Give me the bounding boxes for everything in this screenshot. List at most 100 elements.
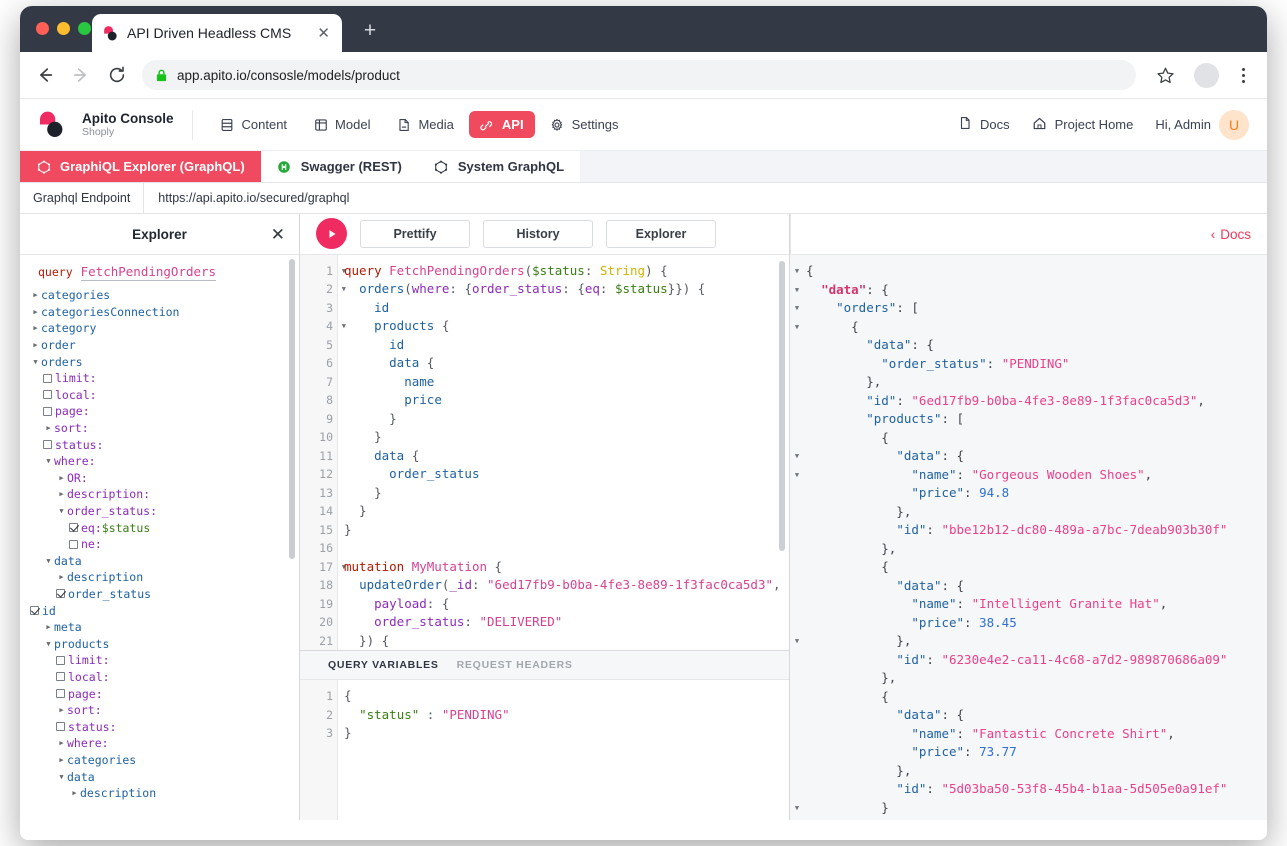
project-home-link[interactable]: Project Home (1032, 116, 1133, 134)
explorer-node-checkbox[interactable] (30, 606, 39, 616)
chevron-right-icon[interactable]: ▶ (30, 341, 41, 349)
chevron-right-icon[interactable]: ▶ (56, 474, 67, 482)
result-fold-toggle[interactable] (790, 780, 804, 799)
explorer-node[interactable]: local: (20, 387, 299, 404)
variables-code[interactable]: { "status" : "PENDING"} (338, 680, 789, 820)
explorer-node[interactable]: ▶ description (20, 569, 299, 586)
explorer-node[interactable]: ▼ data (20, 768, 299, 785)
avatar[interactable]: U (1219, 109, 1249, 140)
explorer-node[interactable]: ▼ orders (20, 353, 299, 370)
result-fold-toggle[interactable] (790, 484, 804, 503)
profile-avatar-icon[interactable] (1194, 62, 1219, 88)
explorer-node-checkbox[interactable] (56, 672, 65, 682)
result-fold-toggle[interactable]: ▼ (790, 318, 804, 337)
explorer-node-checkbox[interactable] (56, 655, 65, 665)
explorer-node-checkbox[interactable] (69, 523, 78, 533)
tab-system-graphql[interactable]: System GraphQL (417, 151, 581, 182)
explorer-node-checkbox[interactable] (56, 589, 65, 599)
explorer-node[interactable]: ▼ order_status: (20, 503, 299, 520)
nav-item-api[interactable]: API (468, 111, 535, 138)
result-fold-toggle[interactable] (790, 521, 804, 540)
result-fold-toggle[interactable] (790, 503, 804, 522)
explorer-node[interactable]: ▼ products (20, 635, 299, 652)
explorer-node[interactable]: eq: $status (20, 519, 299, 536)
result-fold-toggle[interactable]: ▼ (790, 632, 804, 651)
url-input[interactable]: app.apito.io/consosle/models/product (142, 60, 1136, 90)
chevron-right-icon[interactable]: ▶ (56, 490, 67, 498)
close-tab-icon[interactable]: ✕ (315, 26, 332, 41)
minimize-window-button[interactable] (57, 22, 70, 35)
tab-request-headers[interactable]: REQUEST HEADERS (457, 659, 573, 671)
result-fold-toggle[interactable] (790, 355, 804, 374)
chevron-right-icon[interactable]: ▶ (30, 324, 41, 332)
result-fold-toggle[interactable] (790, 410, 804, 429)
result-fold-toggle[interactable] (790, 540, 804, 559)
explorer-node[interactable]: local: (20, 669, 299, 686)
new-tab-button[interactable]: + (358, 20, 382, 44)
nav-item-settings[interactable]: Settings (539, 111, 630, 138)
chevron-right-icon[interactable]: ▶ (30, 291, 41, 299)
reload-icon[interactable] (106, 64, 128, 86)
explorer-node[interactable]: order_status (20, 586, 299, 603)
query-editor-scrollbar[interactable] (779, 260, 785, 551)
explorer-node[interactable]: status: (20, 436, 299, 453)
result-fold-toggle[interactable]: ▼ (790, 447, 804, 466)
back-icon[interactable] (34, 64, 56, 86)
chevron-down-icon[interactable]: ▼ (43, 557, 54, 565)
result-fold-toggle[interactable] (790, 614, 804, 633)
chevron-down-icon[interactable]: ▼ (30, 358, 41, 366)
nav-item-media[interactable]: Media (385, 111, 464, 138)
chevron-right-icon[interactable]: ▶ (43, 424, 54, 432)
explorer-node[interactable]: limit: (20, 370, 299, 387)
explorer-tree[interactable]: query FetchPendingOrders ▶ categories ▶ cat… (20, 255, 299, 820)
query-editor-code[interactable]: query FetchPendingOrders ($status: String… (338, 255, 789, 650)
window-controls[interactable] (36, 22, 91, 35)
result-fold-toggle[interactable] (790, 725, 804, 744)
chevron-right-icon[interactable]: ▶ (30, 308, 41, 316)
result-fold-toggle[interactable] (790, 577, 804, 596)
explorer-node-checkbox[interactable] (56, 722, 65, 732)
explorer-query-name[interactable]: FetchPendingOrders (80, 264, 217, 281)
result-fold-toggle[interactable]: ▼ (790, 281, 804, 300)
docs-panel-toggle[interactable]: ‹ Docs (1211, 227, 1251, 242)
explorer-node-checkbox[interactable] (43, 373, 52, 383)
browser-tab[interactable]: API Driven Headless CMS ✕ (92, 14, 342, 52)
chevron-right-icon[interactable]: ▶ (56, 739, 67, 747)
endpoint-url[interactable]: https://api.apito.io/secured/graphql (144, 183, 363, 213)
docs-link[interactable]: Docs (958, 116, 1010, 133)
execute-query-button[interactable] (316, 218, 347, 250)
explorer-node-checkbox[interactable] (43, 440, 52, 450)
brand[interactable]: Apito Console Shoply (38, 111, 190, 139)
user-greeting[interactable]: Hi, Admin U (1155, 109, 1249, 140)
bookmark-star-icon[interactable] (1150, 60, 1180, 90)
result-fold-toggle[interactable] (790, 706, 804, 725)
nav-item-content[interactable]: Content (209, 111, 299, 138)
chevron-down-icon[interactable]: ▼ (43, 457, 54, 465)
explorer-node[interactable]: ▶ sort: (20, 420, 299, 437)
explorer-node[interactable]: ▶ category (20, 320, 299, 337)
result-fold-toggle[interactable] (790, 373, 804, 392)
explorer-node[interactable]: ▶ categoriesConnection (20, 304, 299, 321)
chevron-right-icon[interactable]: ▶ (43, 623, 54, 631)
tab-swagger-rest[interactable]: Swagger (REST) (260, 151, 418, 182)
prettify-button[interactable]: Prettify (360, 219, 470, 248)
explorer-node[interactable]: ▶ sort: (20, 702, 299, 719)
result-viewer[interactable]: ▼ ▼ ▼ ▼ ▼ ▼ ▼ ▼ { "data": { "orders": [ { "data… (790, 255, 1267, 820)
result-fold-toggle[interactable]: ▼ (790, 262, 804, 281)
chevron-right-icon[interactable]: ▶ (56, 756, 67, 764)
browser-menu-icon[interactable] (1233, 67, 1253, 83)
explorer-node[interactable]: ▶ description (20, 785, 299, 802)
nav-item-model[interactable]: Model (302, 111, 381, 138)
result-fold-gutter[interactable]: ▼ ▼ ▼ ▼ ▼ ▼ ▼ ▼ (790, 262, 804, 820)
explorer-node-checkbox[interactable] (69, 539, 78, 549)
tab-graphiql-explorer[interactable]: GraphiQL Explorer (GraphQL) (20, 151, 261, 182)
result-fold-toggle[interactable] (790, 429, 804, 448)
explorer-node[interactable]: id (20, 602, 299, 619)
result-fold-toggle[interactable] (790, 336, 804, 355)
explorer-node-checkbox[interactable] (43, 390, 52, 400)
maximize-window-button[interactable] (78, 22, 91, 35)
history-button[interactable]: History (483, 219, 593, 248)
explorer-node[interactable]: page: (20, 403, 299, 420)
result-fold-toggle[interactable] (790, 595, 804, 614)
explorer-toggle-button[interactable]: Explorer (606, 219, 716, 248)
